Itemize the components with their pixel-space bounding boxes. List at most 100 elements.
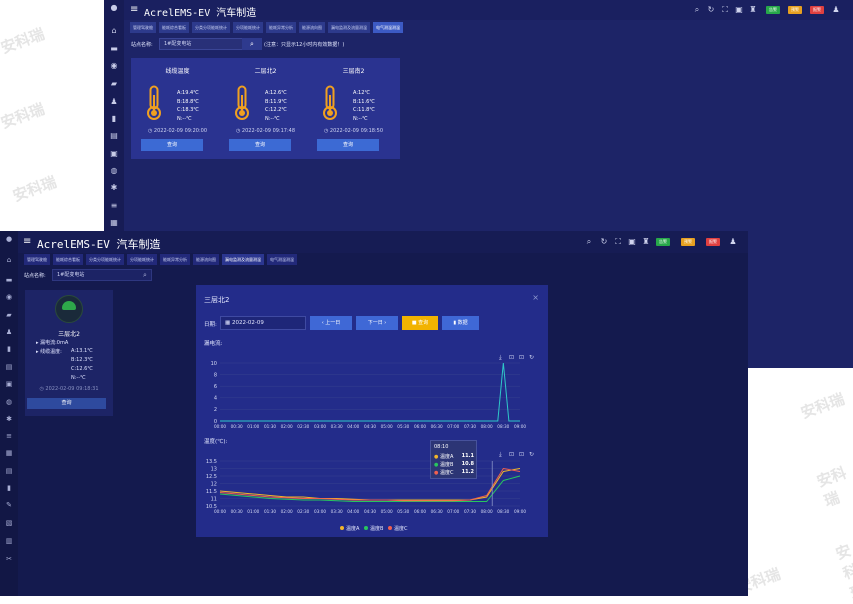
y-tick-label: 12.5: [206, 474, 217, 480]
message-icon[interactable]: ▣: [109, 150, 119, 158]
tab-item-active[interactable]: 漏电监测及流量测温: [222, 254, 264, 265]
tab-item[interactable]: 管理驾驶舱: [130, 22, 156, 33]
device-icon[interactable]: ▤: [4, 363, 14, 371]
y-tick-label: 10: [211, 361, 217, 367]
alert-badge[interactable]: 告警: [656, 238, 670, 246]
y-tick-label: 13.5: [206, 459, 217, 465]
fullscreen-icon[interactable]: ⛶: [721, 6, 729, 14]
settings-icon[interactable]: ✱: [4, 415, 14, 423]
warning-badge[interactable]: 预警: [681, 238, 695, 246]
grid-icon[interactable]: ▦: [4, 449, 14, 457]
tab-item[interactable]: 能耗综合看板: [53, 254, 83, 265]
card-time-text: 2022-02-09 09:18:31: [45, 386, 99, 392]
lock-icon[interactable]: ▮: [4, 484, 14, 492]
card-time: ◷ 2022-02-09 09:17:48: [219, 128, 312, 134]
card-time: ◷ 2022-02-09 09:18:50: [307, 128, 400, 134]
folder-icon[interactable]: ▰: [4, 311, 14, 319]
x-tick-label: 04:30: [364, 509, 376, 514]
globe-icon[interactable]: ◉: [4, 293, 14, 301]
grid-icon[interactable]: ▦: [109, 219, 119, 227]
tools-icon[interactable]: ✂: [4, 555, 14, 563]
tab-item[interactable]: 分类分项能耗统计: [192, 22, 230, 33]
tab-item-active[interactable]: 电气测温测温: [373, 22, 403, 33]
alarm-badge[interactable]: 报警: [810, 6, 824, 14]
query-button[interactable]: 查询: [27, 398, 106, 409]
user-icon[interactable]: ♟: [109, 98, 119, 106]
device-icon[interactable]: ▤: [109, 132, 119, 140]
table-icon[interactable]: ▤: [4, 467, 14, 475]
tab-item[interactable]: 管理驾驶舱: [24, 254, 50, 265]
x-tick-label: 02:30: [297, 424, 309, 429]
monitor-icon[interactable]: ▬: [4, 276, 14, 284]
list-icon[interactable]: ≡: [109, 202, 119, 210]
temp-c: C:12.2℃: [265, 107, 287, 113]
search-icon[interactable]: ⌕: [585, 238, 593, 246]
thermometer-icon: [235, 85, 249, 120]
shirt-icon[interactable]: ♜: [642, 238, 650, 246]
tab-item[interactable]: 能耗异常分析: [160, 254, 190, 265]
home-icon[interactable]: ⌂: [4, 256, 14, 264]
message-icon[interactable]: ▣: [4, 380, 14, 388]
tab-item[interactable]: 分类分项能耗统计: [86, 254, 124, 265]
tab-bar: 管理驾驶舱 能耗综合看板 分类分项能耗统计 分项能耗统计 能耗异常分析 能源流向…: [130, 22, 403, 33]
home-icon[interactable]: ⌂: [109, 27, 119, 35]
tab-item[interactable]: 漏电监测及流量测温: [328, 22, 370, 33]
monitor-icon[interactable]: ▬: [109, 45, 119, 53]
tab-item[interactable]: 分项能耗统计: [127, 254, 157, 265]
bar-chart-icon[interactable]: ▮: [4, 345, 14, 353]
tooltip-value: 10.8: [461, 461, 474, 467]
warning-badge[interactable]: 预警: [788, 6, 802, 14]
screen-icon[interactable]: ▣: [628, 238, 636, 246]
tooltip-value: 11.1: [461, 453, 474, 459]
temp-b: B:18.8℃: [177, 98, 199, 105]
y-tick-label: 2: [214, 407, 217, 413]
alarm-badge[interactable]: 报警: [706, 238, 720, 246]
screen-icon[interactable]: ▣: [735, 6, 743, 14]
x-tick-label: 00:00: [214, 509, 226, 514]
search-icon[interactable]: ⌕: [693, 6, 701, 14]
x-tick-label: 04:30: [364, 424, 376, 429]
legend-dot: [388, 526, 392, 530]
refresh-icon[interactable]: ↻: [707, 6, 715, 14]
fullscreen-icon[interactable]: ⛶: [614, 238, 622, 246]
tab-item[interactable]: 能源流向图: [193, 254, 219, 265]
file-icon[interactable]: ▥: [4, 537, 14, 545]
menu-icon[interactable]: ≡: [130, 5, 138, 15]
temp-n: N:--℃: [71, 375, 86, 381]
folder-icon[interactable]: ▰: [109, 80, 119, 88]
shirt-icon[interactable]: ♜: [749, 6, 757, 14]
query-button[interactable]: 查询: [229, 139, 291, 151]
edit-icon[interactable]: ✎: [4, 501, 14, 509]
user-avatar-icon[interactable]: ♟: [729, 238, 737, 246]
history-modal: 三层北2 × 日期: ▦ 2022-02-09 ‹ 上一日 下一日 › ■ 查询…: [196, 285, 548, 537]
location-icon[interactable]: ◍: [109, 167, 119, 175]
tab-item[interactable]: 分项能耗统计: [233, 22, 263, 33]
tab-item[interactable]: 能耗异常分析: [266, 22, 296, 33]
alert-badge[interactable]: 告警: [766, 6, 780, 14]
list-icon[interactable]: ≡: [4, 432, 14, 440]
settings-icon[interactable]: ✱: [109, 184, 119, 192]
tab-item[interactable]: 能耗综合看板: [159, 22, 189, 33]
temp-values: A:19.4℃ B:18.8℃ C:18.3℃ N:--℃: [177, 89, 199, 123]
doc-icon[interactable]: ▧: [4, 519, 14, 527]
watermark: 安科瑞: [0, 99, 47, 133]
user-icon[interactable]: ♟: [4, 328, 14, 336]
menu-icon[interactable]: ≡: [23, 237, 31, 247]
bar-chart-icon[interactable]: ▮: [109, 115, 119, 123]
search-button[interactable]: ⌕: [137, 269, 153, 281]
tab-item[interactable]: 电气测温测温: [267, 254, 297, 265]
query-button[interactable]: 查询: [141, 139, 203, 151]
site-select[interactable]: 1#配变电站: [159, 38, 255, 50]
x-tick-label: 03:30: [331, 424, 343, 429]
tab-item[interactable]: 能源流向图: [299, 22, 325, 33]
leak-current-text: 漏电流:0mA: [40, 340, 69, 346]
tooltip-name: 温度B: [439, 462, 454, 468]
refresh-icon[interactable]: ↻: [600, 238, 608, 246]
search-button[interactable]: ⌕: [242, 38, 262, 50]
location-icon[interactable]: ◍: [4, 398, 14, 406]
globe-icon[interactable]: ◉: [109, 62, 119, 70]
temp-a: A:19.4℃: [177, 90, 199, 96]
user-avatar-icon[interactable]: ♟: [832, 6, 840, 14]
notice-text: (注意：只显示12小时内有效数据！): [264, 42, 345, 48]
query-button[interactable]: 查询: [317, 139, 379, 151]
